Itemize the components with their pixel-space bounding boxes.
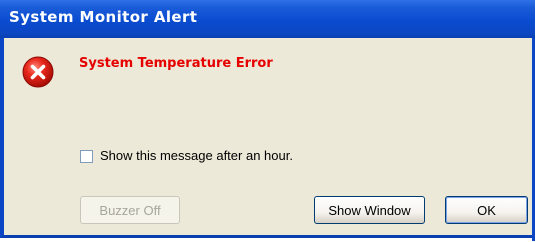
checkbox-label[interactable]: Show this message after an hour.: [100, 148, 293, 163]
buzzer-off-button[interactable]: Buzzer Off: [80, 196, 180, 224]
window-title: System Monitor Alert: [9, 8, 198, 26]
error-icon: [22, 56, 54, 88]
show-message-checkbox[interactable]: [80, 150, 93, 163]
error-message: System Temperature Error: [79, 56, 273, 71]
title-bar[interactable]: System Monitor Alert: [0, 0, 543, 38]
ok-button[interactable]: OK: [445, 196, 528, 224]
background-strip: [535, 0, 543, 242]
alert-dialog: System Monitor Alert System Temperature …: [0, 0, 543, 242]
show-window-button[interactable]: Show Window: [314, 196, 425, 224]
